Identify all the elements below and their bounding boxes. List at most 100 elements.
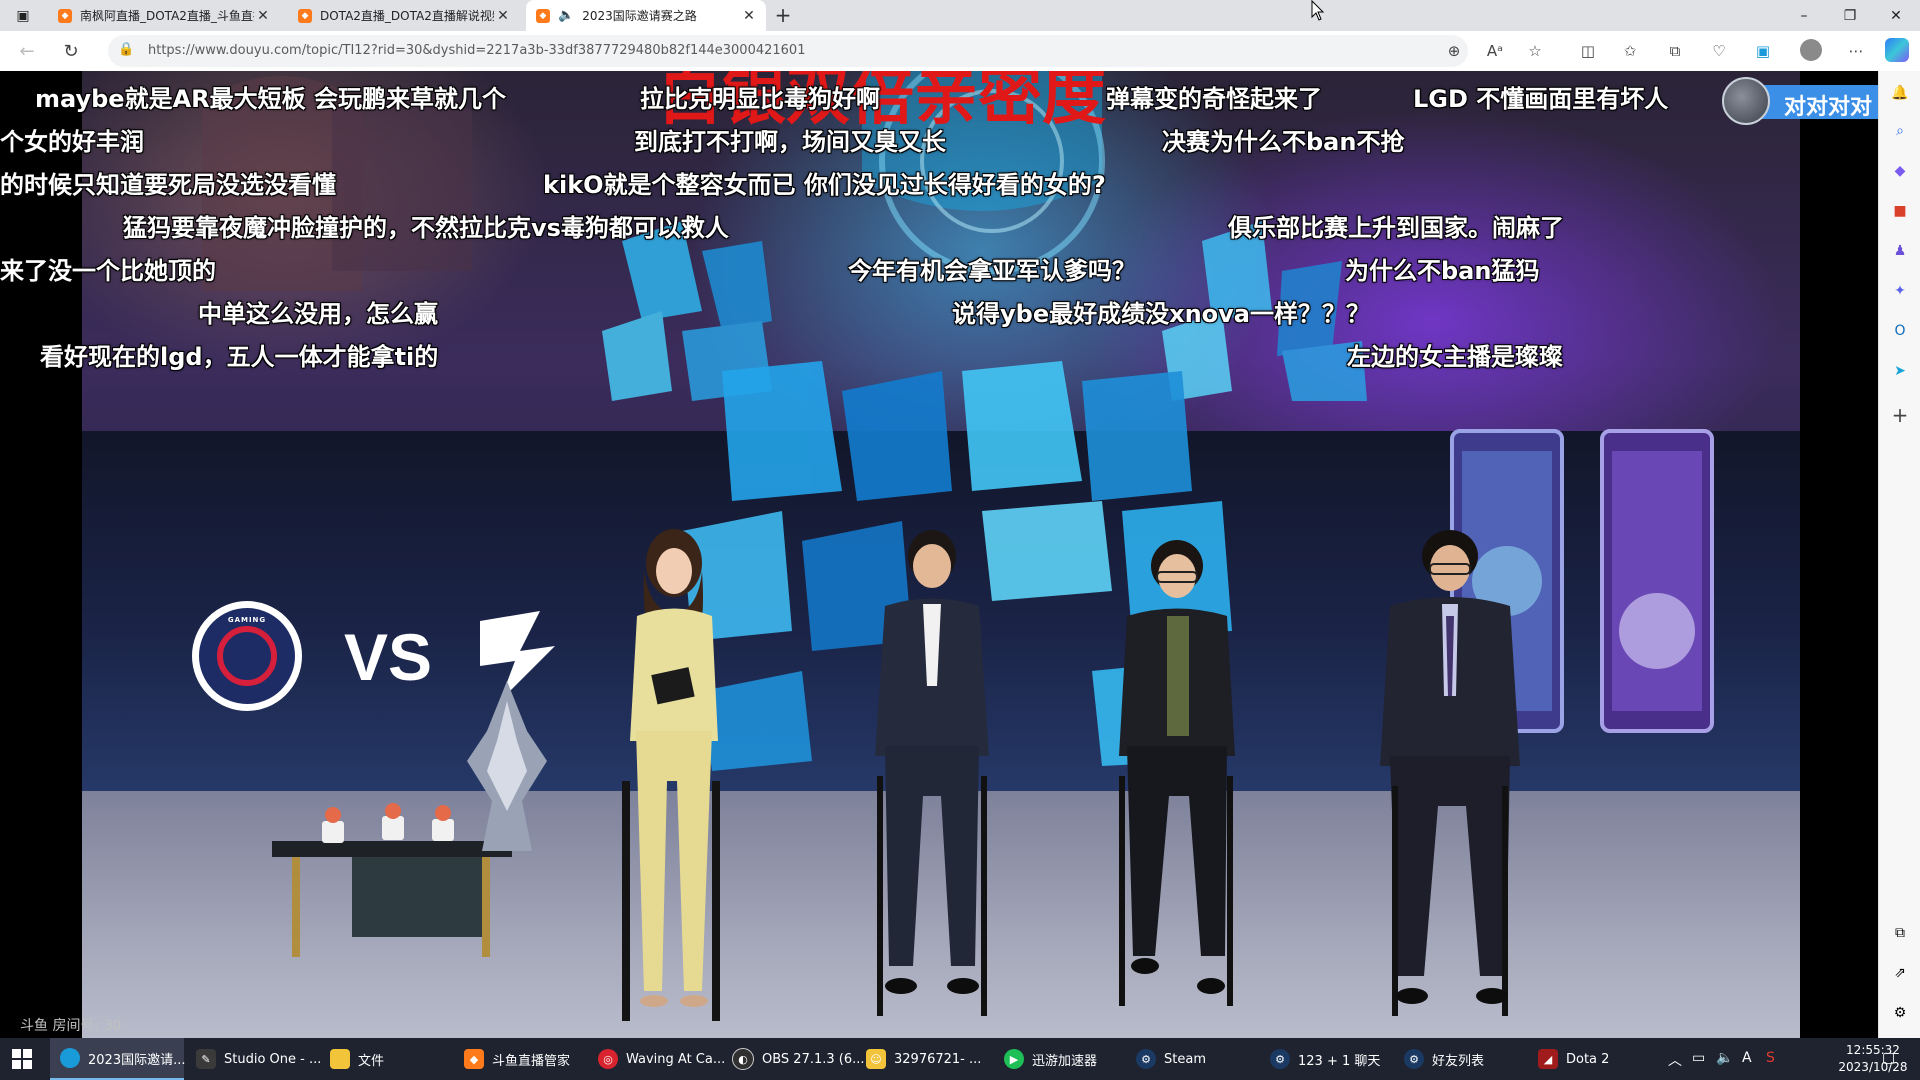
- douyu-favicon-icon: ◆: [58, 8, 72, 23]
- taskbar-item-edge[interactable]: 2023国际邀请...: [50, 1038, 185, 1080]
- tab-nanfeng[interactable]: ◆ 南枫阿直播_DOTA2直播_斗鱼直播 ✕: [48, 0, 280, 31]
- danmaku-comment: 为什么不ban猛犸: [1345, 257, 1540, 285]
- tab-strip: ▣ ◆ 南枫阿直播_DOTA2直播_斗鱼直播 ✕ ◆ DOTA2直播_DOTA2…: [0, 0, 1920, 31]
- more-options-icon[interactable]: ⋯: [1843, 39, 1869, 63]
- tab-dota2-live[interactable]: ◆ DOTA2直播_DOTA2直播解说视频 ✕: [288, 0, 520, 31]
- taskbar-item-friends[interactable]: ⚙ 好友列表: [1404, 1038, 1484, 1080]
- danmaku-comment: LGD 不懂画面里有坏人: [1413, 85, 1669, 113]
- lgd-logo-icon: GAMING: [192, 601, 302, 711]
- analyst-2: [1119, 540, 1235, 1006]
- restore-button[interactable]: ❐: [1827, 0, 1873, 31]
- windows-start-icon[interactable]: [12, 1049, 32, 1069]
- back-icon[interactable]: ←: [14, 39, 40, 63]
- trophy-statue: [467, 681, 547, 851]
- douyu-favicon-icon: ◆: [298, 8, 312, 23]
- taskbar-item-files[interactable]: 文件: [330, 1038, 384, 1080]
- address-bar[interactable]: 🔒 https://www.douyu.com/topic/TI12?rid=3…: [108, 35, 1468, 67]
- edge-sidebar: 🔔 ⌕ ◆ ■ ♟ ✦ O ➤ + ⧉ ⇗ ⚙: [1878, 71, 1920, 1038]
- danmaku-comment: 说得ybe最好成绩没xnova一样？？？: [952, 300, 1370, 328]
- system-clock[interactable]: 12:55:32 2023/10/28: [1838, 1042, 1908, 1076]
- danmaku-comment: 拉比克明显比毒狗好啊: [640, 85, 880, 113]
- outlook-icon[interactable]: O: [1890, 321, 1910, 341]
- browser-essentials-icon[interactable]: ♡: [1706, 39, 1732, 63]
- show-hidden-icons-icon[interactable]: ︿: [1668, 1050, 1682, 1070]
- folder-icon: [330, 1049, 350, 1069]
- edge-icon: [60, 1048, 80, 1068]
- ime-indicator[interactable]: A: [1742, 1050, 1752, 1066]
- taskbar-item-obs[interactable]: ◐ OBS 27.1.3 (6...: [732, 1038, 865, 1080]
- host-male: [1380, 530, 1520, 1016]
- steam-icon: ⚙: [1404, 1049, 1424, 1069]
- chat-app-icon: ☺: [866, 1049, 886, 1069]
- external-link-icon[interactable]: ⇗: [1890, 963, 1910, 983]
- tab-title: 南枫阿直播_DOTA2直播_斗鱼直播: [80, 9, 254, 23]
- read-aloud-icon[interactable]: Aᵃ: [1482, 39, 1508, 63]
- minimize-button[interactable]: –: [1781, 0, 1827, 31]
- taskbar-item-accelerator[interactable]: ▶ 迅游加速器: [1004, 1038, 1097, 1080]
- split-screen-icon[interactable]: ⧉: [1890, 923, 1910, 943]
- taskbar-item-steam[interactable]: ⚙ Steam: [1136, 1038, 1206, 1080]
- taskbar-item-studio-one[interactable]: ✎ Studio One - ...: [196, 1038, 321, 1080]
- lock-icon[interactable]: 🔒: [118, 42, 134, 57]
- dota2-icon: ◢: [1538, 1049, 1558, 1069]
- add-icon[interactable]: +: [1890, 403, 1910, 427]
- copilot-icon[interactable]: ✦: [1890, 281, 1910, 301]
- speaker-icon[interactable]: 🔈: [558, 8, 574, 23]
- studio-one-icon: ✎: [196, 1049, 216, 1069]
- split-screen-icon[interactable]: ◫: [1575, 39, 1601, 63]
- taskbar-item-dota2[interactable]: ◢ Dota 2: [1538, 1038, 1609, 1080]
- taskbar-item-steam-chat[interactable]: ⚙ 123 + 1 聊天: [1270, 1038, 1380, 1080]
- collections-icon[interactable]: ⧉: [1662, 39, 1688, 63]
- favorites-icon[interactable]: ✩: [1617, 39, 1643, 63]
- tab-ti-road[interactable]: ◆ 🔈 2023国际邀请赛之路 ✕: [526, 0, 766, 31]
- danmaku-comment: maybe就是AR最大短板 会玩鹏来草就几个: [35, 85, 506, 113]
- extension-icon[interactable]: ▣: [1750, 39, 1776, 63]
- copilot-button-icon[interactable]: [1885, 38, 1909, 62]
- sogou-ime-icon[interactable]: S: [1766, 1050, 1775, 1066]
- profile-avatar-icon[interactable]: [1800, 39, 1822, 61]
- danmaku-comment: 的时候只知道要死局没选没看懂: [0, 171, 336, 199]
- send-icon[interactable]: ➤: [1890, 361, 1910, 381]
- close-window-button[interactable]: ✕: [1873, 0, 1919, 31]
- danmaku-comment: 猛犸要靠夜魔冲脸撞护的，不然拉比克vs毒狗都可以救人: [123, 214, 729, 242]
- accelerator-icon: ▶: [1004, 1049, 1024, 1069]
- danmaku-comment: 左边的女主播是璨璨: [1347, 343, 1563, 371]
- taskbar-item-chat[interactable]: ☺ 32976721- ...: [866, 1038, 981, 1080]
- douyu-icon: ◆: [464, 1049, 484, 1069]
- zoom-icon[interactable]: ⊕: [1441, 39, 1467, 63]
- volume-icon[interactable]: 🔈: [1716, 1050, 1733, 1066]
- navigation-bar: ← ↻ 🔒 https://www.douyu.com/topic/TI12?r…: [0, 31, 1920, 71]
- favorite-star-icon[interactable]: ☆: [1522, 39, 1548, 63]
- viewer-badge: 对对对对: [1722, 75, 1878, 125]
- tag-icon[interactable]: ◆: [1890, 161, 1910, 181]
- close-tab-icon[interactable]: ✕: [254, 8, 272, 24]
- danmaku-comment: 中单这么没用，怎么赢: [198, 300, 438, 328]
- room-id-watermark: 斗鱼 房间号: 30: [20, 1018, 122, 1034]
- video-player[interactable]: GAMING VS 白银双倍亲密度 maybe就是AR最大短板 会玩鹏来草就几个…: [0, 71, 1878, 1038]
- bell-icon[interactable]: 🔔: [1890, 83, 1910, 103]
- settings-icon[interactable]: ⚙: [1890, 1003, 1910, 1023]
- close-tab-icon[interactable]: ✕: [740, 8, 758, 24]
- new-tab-button[interactable]: +: [771, 3, 795, 27]
- toolbox-icon[interactable]: ■: [1890, 201, 1910, 221]
- avatar: [1722, 77, 1770, 125]
- taskbar-item-douyu-manager[interactable]: ◆ 斗鱼直播管家: [464, 1038, 570, 1080]
- danmaku-comment: 弹幕变的奇怪起来了: [1106, 85, 1322, 113]
- close-tab-icon[interactable]: ✕: [494, 8, 512, 24]
- tab-actions-icon[interactable]: ▣: [8, 4, 38, 28]
- people-icon[interactable]: ♟: [1890, 241, 1910, 261]
- windows-taskbar: 2023国际邀请... ✎ Studio One - ... 文件 ◆ 斗鱼直播…: [0, 1038, 1920, 1080]
- refresh-icon[interactable]: ↻: [58, 39, 84, 63]
- url-text[interactable]: https://www.douyu.com/topic/TI12?rid=30&…: [148, 43, 805, 58]
- douyu-favicon-icon: ◆: [536, 8, 550, 23]
- danmaku-comment: 到底打不打啊，场间又臭又长: [634, 128, 946, 156]
- taskbar-item-music[interactable]: ◎ Waving At Ca...: [598, 1038, 725, 1080]
- danmaku-comment: 决赛为什么不ban不抢: [1162, 128, 1405, 156]
- vs-text: VS: [344, 620, 433, 694]
- notifications-icon[interactable]: ▢: [1882, 1050, 1895, 1066]
- steam-icon: ⚙: [1136, 1049, 1156, 1069]
- danmaku-comment: 个女的好丰润: [0, 128, 144, 156]
- search-icon[interactable]: ⌕: [1890, 121, 1910, 141]
- danmaku-comment: 看好现在的lgd，五人一体才能拿ti的: [40, 343, 439, 371]
- network-icon[interactable]: ▭: [1692, 1050, 1705, 1066]
